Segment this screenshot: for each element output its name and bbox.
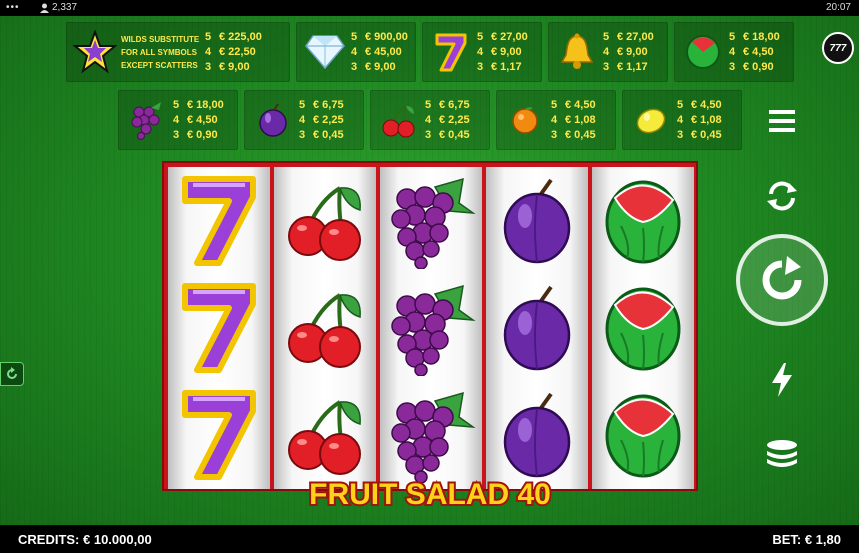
paytable-lemon: 5 € 4,50 4 € 1,08 3 € 0,45 (622, 90, 742, 150)
plum-icon (503, 392, 571, 477)
watermelon-icon (605, 180, 681, 263)
bet-coins-icon (767, 440, 797, 467)
player-count: 2,337 (40, 2, 77, 13)
spin-icon (762, 256, 802, 300)
menu-button[interactable] (765, 106, 799, 136)
reel-2-symbol-1 (274, 167, 376, 274)
diamond-icon (303, 30, 347, 74)
reel-4 (486, 167, 588, 489)
menu-icon (769, 110, 795, 132)
reel-1-symbol-3 (168, 381, 270, 488)
reel-1-symbol-2 (168, 274, 270, 381)
bet-button[interactable] (762, 434, 802, 474)
spin-button[interactable] (736, 234, 828, 326)
seven-icon (429, 30, 473, 74)
paytable-watermelon: 5 € 18,00 4 € 4,50 3 € 0,90 (674, 22, 794, 82)
grapes-icon (391, 284, 476, 376)
game-logo: FRUIT SALAD 40 (307, 476, 553, 513)
paytable-wild: WILDS SUBSTITUTE FOR ALL SYMBOLS EXCEPT … (66, 22, 290, 82)
paytable-bell: 5 € 27,00 4 € 9,00 3 € 1,17 (548, 22, 668, 82)
cherries-icon (288, 292, 361, 368)
reel-3-symbol-1 (380, 167, 482, 274)
wild-pays: 5 € 225,00 4 € 22,50 3 € 9,00 (205, 30, 262, 73)
bet-display: BET: € 1,80 (772, 532, 841, 547)
game-stage: WILDS SUBSTITUTE FOR ALL SYMBOLS EXCEPT … (0, 16, 859, 525)
reel-4-symbol-1 (486, 167, 588, 274)
grapes-icon (391, 391, 476, 483)
reel-5-symbol-3 (592, 381, 694, 488)
grapes-icon (125, 98, 169, 142)
reel-3 (380, 167, 482, 489)
reel-5-symbol-1 (592, 167, 694, 274)
cherries-icon (377, 98, 421, 142)
svg-text:FRUIT SALAD 40: FRUIT SALAD 40 (309, 478, 551, 511)
bell-icon (555, 30, 599, 74)
paytable-orange: 5 € 4,50 4 € 1,08 3 € 0,45 (496, 90, 616, 150)
clock: 20:07 (825, 2, 851, 13)
paytable-seven: 5 € 27,00 4 € 9,00 3 € 1,17 (422, 22, 542, 82)
footer-bar: CREDITS: € 10.000,00 BET: € 1,80 (0, 525, 859, 553)
seven-icon (182, 175, 256, 266)
grapes-icon (391, 177, 476, 269)
autoplay-button[interactable] (762, 176, 802, 216)
autoplay-icon (767, 181, 797, 211)
turbo-button[interactable] (765, 360, 799, 400)
paytable-diamond: 5 € 900,00 4 € 45,00 3 € 9,00 (296, 22, 416, 82)
reel-2 (274, 167, 376, 489)
wild-description: WILDS SUBSTITUTE FOR ALL SYMBOLS EXCEPT … (121, 34, 200, 70)
watermelon-icon (605, 394, 681, 477)
seven-icon (182, 389, 256, 480)
cherries-icon (288, 185, 361, 261)
plum-icon (503, 285, 571, 370)
reel-5 (592, 167, 694, 489)
history-tab[interactable] (0, 362, 24, 386)
user-icon (40, 3, 49, 13)
reel-1-symbol-1 (168, 167, 270, 274)
cherries-icon (288, 399, 361, 475)
paytable-cherries: 5 € 6,75 4 € 2,25 3 € 0,45 (370, 90, 490, 150)
paytable-grapes: 5 € 18,00 4 € 4,50 3 € 0,90 (118, 90, 238, 150)
star-icon (73, 30, 117, 74)
refresh-small-icon (7, 367, 17, 379)
reel-area (162, 161, 698, 491)
reel-1 (168, 167, 270, 489)
lemon-icon (629, 98, 673, 142)
player-count-value: 2,337 (52, 2, 78, 13)
options-icon[interactable]: ••• (6, 2, 20, 13)
plum-icon (503, 178, 571, 263)
game-badge-icon[interactable]: 777 (822, 32, 854, 64)
credits-display: CREDITS: € 10.000,00 (18, 532, 152, 547)
turbo-icon (772, 363, 792, 397)
watermelon-icon (681, 30, 725, 74)
watermelon-icon (605, 287, 681, 370)
reel-4-symbol-2 (486, 274, 588, 381)
paytable-plum: 5 € 6,75 4 € 2,25 3 € 0,45 (244, 90, 364, 150)
reel-5-symbol-2 (592, 274, 694, 381)
paytable: WILDS SUBSTITUTE FOR ALL SYMBOLS EXCEPT … (66, 22, 801, 150)
plum-icon (251, 98, 295, 142)
reel-2-symbol-2 (274, 274, 376, 381)
reel-3-symbol-2 (380, 274, 482, 381)
status-bar: ••• 2,337 20:07 (0, 0, 859, 16)
orange-icon (503, 98, 547, 142)
seven-icon (182, 282, 256, 373)
